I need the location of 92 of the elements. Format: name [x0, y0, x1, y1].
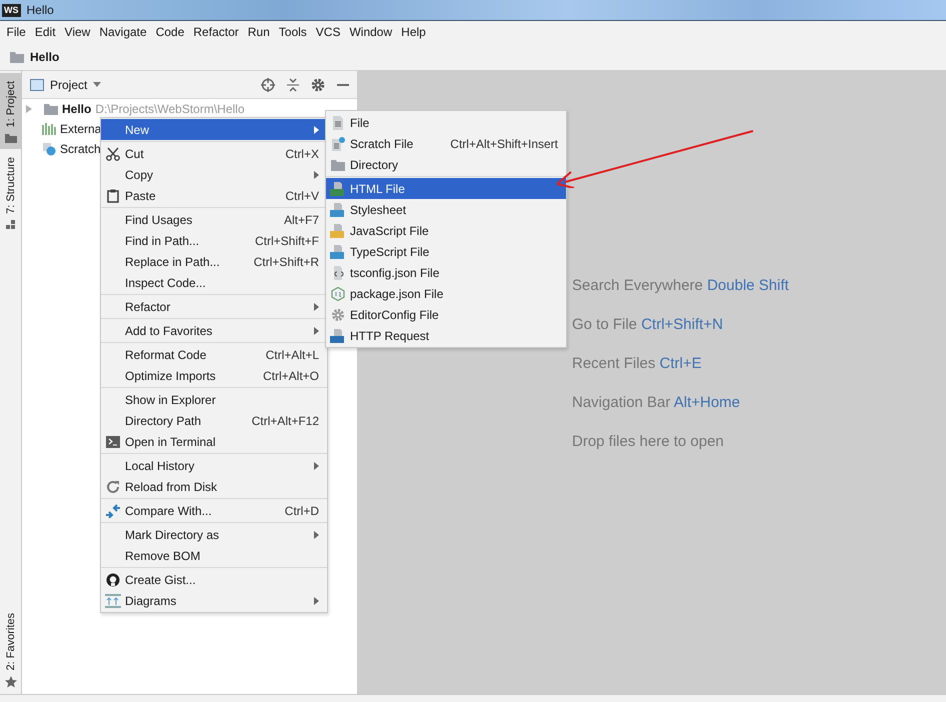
compare-icon [105, 504, 121, 518]
menu-bar-item[interactable]: File [2, 25, 30, 39]
tool-window-tab[interactable]: 7: Structure [0, 149, 21, 236]
menu-item[interactable]: Refactor [101, 296, 327, 317]
menu-item[interactable]: HTTP Request [326, 325, 566, 346]
file-icon [332, 116, 344, 130]
menu-bar-item[interactable]: Refactor [188, 25, 244, 39]
menu-bar-item[interactable]: Edit [30, 25, 60, 39]
menu-item[interactable]: Optimize Imports Ctrl+Alt+O [101, 365, 327, 386]
menu-item[interactable]: Diagrams [101, 590, 327, 611]
menu-item[interactable]: Mark Directory as [101, 524, 327, 545]
menu-item[interactable]: Create Gist... [101, 569, 327, 590]
menu-bar-item[interactable]: Help [396, 25, 430, 39]
menu-item[interactable]: Remove BOM [101, 545, 327, 566]
menu-bar-item[interactable]: Navigate [94, 25, 152, 39]
tool-window-tab[interactable]: 1: Project [0, 73, 21, 150]
tool-window-tab[interactable]: 2: Favorites [0, 604, 21, 694]
dropdown-icon [93, 82, 102, 87]
editor-hint: Navigation Bar Alt+Home [572, 393, 742, 412]
minimize-icon [337, 82, 349, 86]
menu-item[interactable]: JavaScript File [326, 220, 566, 241]
folder-icon [4, 133, 16, 144]
menu-bar-item[interactable]: Window [344, 25, 397, 39]
menu-item[interactable]: EditorConfig File [326, 304, 566, 325]
api-file-icon [330, 328, 346, 342]
library-icon [42, 123, 56, 135]
star-icon [4, 676, 16, 688]
menu-item[interactable]: Reformat Code Ctrl+Alt+L [101, 344, 327, 365]
menu-bar-item[interactable]: Code [151, 25, 189, 39]
css-file-icon [330, 202, 346, 216]
menu-bar-item[interactable]: VCS [311, 25, 345, 39]
scissors-icon [106, 146, 120, 160]
tree-item[interactable]: Hello [62, 102, 92, 116]
diagram-icon [105, 594, 121, 608]
settings-icon [311, 78, 325, 92]
panel-title[interactable]: Project [50, 78, 88, 92]
menu-item[interactable]: Scratch File Ctrl+Alt+Shift+Insert [326, 133, 566, 154]
menu-bar-item[interactable]: Run [243, 25, 274, 39]
terminal-icon [106, 436, 120, 448]
menu-item[interactable]: File [326, 112, 566, 133]
app-logo: WS [2, 4, 20, 16]
menu-item[interactable]: Add to Favorites [101, 320, 327, 341]
menu-item[interactable]: Compare With... Ctrl+D [101, 500, 327, 521]
clipboard-icon [107, 188, 119, 202]
menu-item[interactable]: HTML File [326, 178, 566, 199]
folder-icon [331, 158, 345, 170]
tree-item[interactable]: Scratch [60, 142, 101, 156]
menu-item[interactable]: New [101, 119, 327, 140]
menu-item[interactable]: Local History [101, 455, 327, 476]
expand-arrow[interactable] [26, 105, 32, 113]
reload-icon [106, 480, 120, 494]
scratch-icon [42, 142, 56, 156]
menu-item[interactable]: Open in Terminal [101, 431, 327, 452]
tree-item[interactable]: Externa [60, 122, 102, 136]
folder-icon [44, 103, 58, 115]
hexagon-icon [331, 286, 345, 300]
menu-item[interactable]: Inspect Code... [101, 272, 327, 293]
project-path: D:\Projects\WebStorm\Hello [95, 102, 244, 116]
menu-item[interactable]: Cut Ctrl+X [101, 143, 327, 164]
js-file-icon [330, 224, 346, 238]
html-file-icon [330, 182, 346, 196]
ts-file-icon [330, 244, 346, 258]
menu-item[interactable]: Directory Path Ctrl+Alt+F12 [101, 410, 327, 431]
editor-hint: Go to File Ctrl+Shift+N [572, 315, 724, 334]
menu-item[interactable]: Replace in Path... Ctrl+Shift+R [101, 251, 327, 272]
menu-item[interactable]: Show in Explorer [101, 389, 327, 410]
editor-hint: Recent Files Ctrl+E [572, 354, 703, 373]
menu-item[interactable]: Stylesheet [326, 199, 566, 220]
window-title: Hello [26, 3, 54, 17]
breadcrumb[interactable]: Hello [30, 50, 60, 64]
collapse-icon [287, 78, 299, 92]
menu-item[interactable]: package.json File [326, 283, 566, 304]
panel-icon [30, 78, 44, 90]
menu-item[interactable]: Directory [326, 154, 566, 175]
github-icon [106, 572, 120, 586]
menu-item[interactable]: Reload from Disk [101, 476, 327, 497]
menu-bar-item[interactable]: View [60, 25, 95, 39]
config-file-icon [331, 266, 345, 280]
menu-item[interactable]: Find in Path... Ctrl+Shift+F [101, 230, 327, 251]
scratch-file-icon [331, 136, 345, 150]
locate-icon [261, 78, 275, 92]
menu-item[interactable]: Find Usages Alt+F7 [101, 209, 327, 230]
editor-hint: Drop files here to open [572, 432, 725, 451]
menu-item[interactable]: Copy [101, 164, 327, 185]
structure-icon [6, 220, 16, 230]
editor-hint: Search Everywhere Double Shift [572, 276, 790, 295]
menu-bar-item[interactable]: Tools [274, 25, 312, 39]
menu-item[interactable]: tsconfig.json File [326, 262, 566, 283]
folder-icon [10, 50, 24, 62]
menu-item[interactable]: TypeScript File [326, 241, 566, 262]
gear-icon [331, 308, 345, 322]
menu-item[interactable]: Paste Ctrl+V [101, 185, 327, 206]
